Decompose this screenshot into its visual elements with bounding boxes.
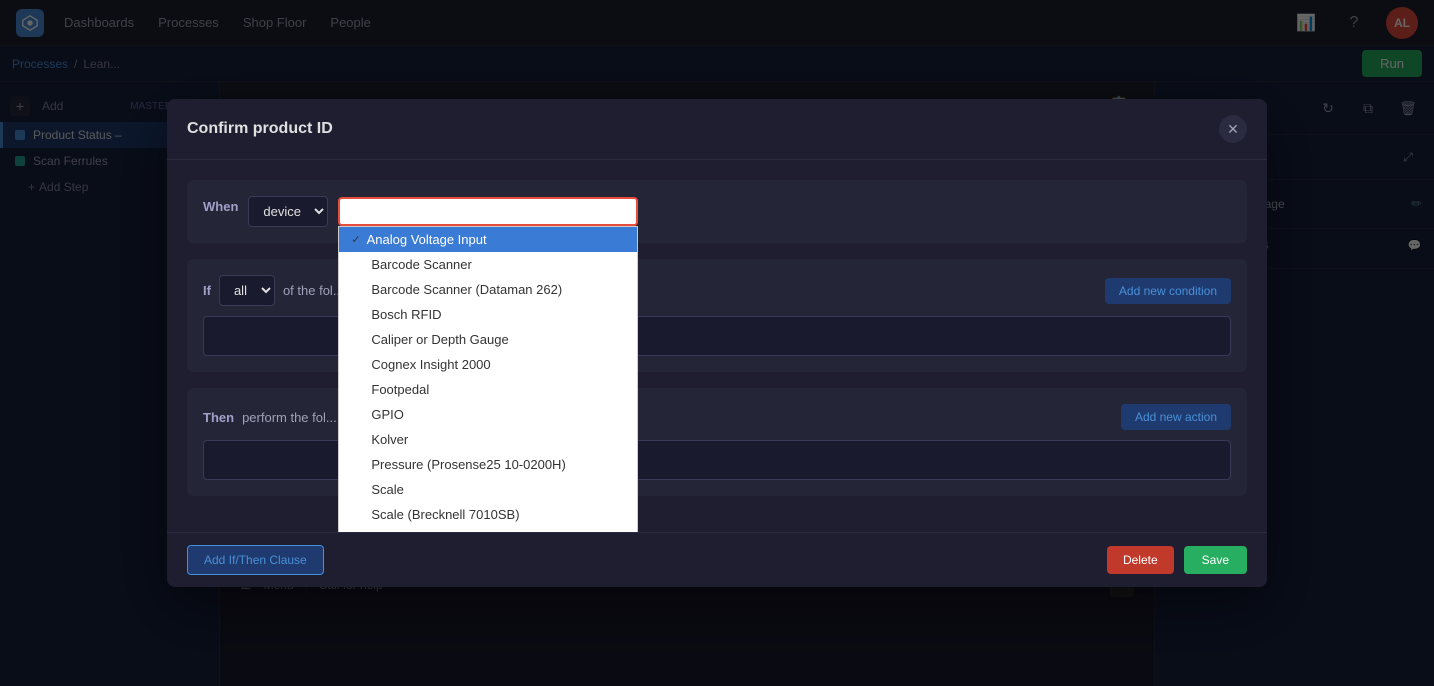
dropdown-list-item[interactable]: Pressure (Prosense25 10-0200H) xyxy=(339,452,637,477)
save-btn[interactable]: Save xyxy=(1184,546,1247,574)
dropdown-list-item[interactable]: Kolver xyxy=(339,427,637,452)
dropdown-item-label: Scale xyxy=(371,482,404,497)
dropdown-list-item[interactable]: Bosch RFID xyxy=(339,302,637,327)
when-row: When device ✓Analog Voltage InputBarcode… xyxy=(203,196,1231,227)
dropdown-item-label: Analog Voltage Input xyxy=(367,232,487,247)
when-label: When xyxy=(203,199,238,214)
then-label: Then xyxy=(203,410,234,425)
dropdown-item-label: Barcode Scanner (Dataman 262) xyxy=(371,282,562,297)
modal-header: Confirm product ID ✕ xyxy=(167,99,1267,160)
delete-btn[interactable]: Delete xyxy=(1107,546,1174,574)
dropdown-item-label: Cognex Insight 2000 xyxy=(371,357,490,372)
dropdown-list-item[interactable]: GPIO xyxy=(339,402,637,427)
modal-title: Confirm product ID xyxy=(187,120,333,138)
modal-footer: Add If/Then Clause Delete Save xyxy=(167,532,1267,587)
modal-body: When device ✓ Analog Voltage Input Barcode… xyxy=(167,160,1267,532)
dropdown-item-label: Bosch RFID xyxy=(371,307,441,322)
dropdown-item-label: Scale (Brecknell 7010SB) xyxy=(371,507,519,522)
if-all-select[interactable]: all xyxy=(219,275,275,306)
dropdown-item-label: Barcode Scanner xyxy=(371,257,471,272)
dropdown-list-item[interactable]: ✓ Analog Voltage Input xyxy=(339,227,637,252)
modal-close-btn[interactable]: ✕ xyxy=(1219,115,1247,143)
dropdown-item-label: Caliper or Depth Gauge xyxy=(371,332,508,347)
dropdown-list-item[interactable]: Cognex Insight 2000 xyxy=(339,352,637,377)
modal-footer-right: Delete Save xyxy=(1107,546,1247,574)
add-action-btn[interactable]: Add new action xyxy=(1121,404,1231,430)
dropdown-item-label: Kolver xyxy=(371,432,408,447)
if-label: If xyxy=(203,283,211,298)
of-following-label: of the fol... xyxy=(283,283,344,298)
modal-overlay[interactable]: Confirm product ID ✕ When device ✓ xyxy=(0,0,1434,686)
dropdown-item-label: GPIO xyxy=(371,407,404,422)
add-condition-btn[interactable]: Add new condition xyxy=(1105,278,1231,304)
dropdown-list-item[interactable]: Barcode Scanner (Dataman 262) xyxy=(339,277,637,302)
dropdown-item-label: Pressure (Prosense25 10-0200H) xyxy=(371,457,565,472)
dropdown-list-item[interactable]: Footpedal xyxy=(339,377,637,402)
if-row: If all of the fol... xyxy=(203,275,344,306)
dropdown-item-label: Footpedal xyxy=(371,382,429,397)
when-section: When device ✓Analog Voltage InputBarcode… xyxy=(187,180,1247,243)
dropdown-list-item[interactable]: Caliper or Depth Gauge xyxy=(339,327,637,352)
dropdown-list: ✓ Analog Voltage Input Barcode Scanner Barc… xyxy=(338,226,638,532)
dropdown-list-item[interactable]: Scale xyxy=(339,477,637,502)
check-mark-icon: ✓ xyxy=(351,233,360,246)
dropdown-with-list: ✓Analog Voltage InputBarcode ScannerBarc… xyxy=(338,197,638,226)
device-type-input[interactable] xyxy=(338,197,638,226)
then-row: Then perform the fol... xyxy=(203,410,337,425)
device-select[interactable]: device xyxy=(248,196,328,227)
dropdown-list-item[interactable]: Scale (Brecknell 7010SB) xyxy=(339,502,637,527)
add-clause-btn[interactable]: Add If/Then Clause xyxy=(187,545,324,575)
dropdown-list-item[interactable]: Scale (Ohaus) xyxy=(339,527,637,532)
perform-label: perform the fol... xyxy=(242,410,337,425)
modal: Confirm product ID ✕ When device ✓ xyxy=(167,99,1267,587)
dropdown-list-item[interactable]: Barcode Scanner xyxy=(339,252,637,277)
